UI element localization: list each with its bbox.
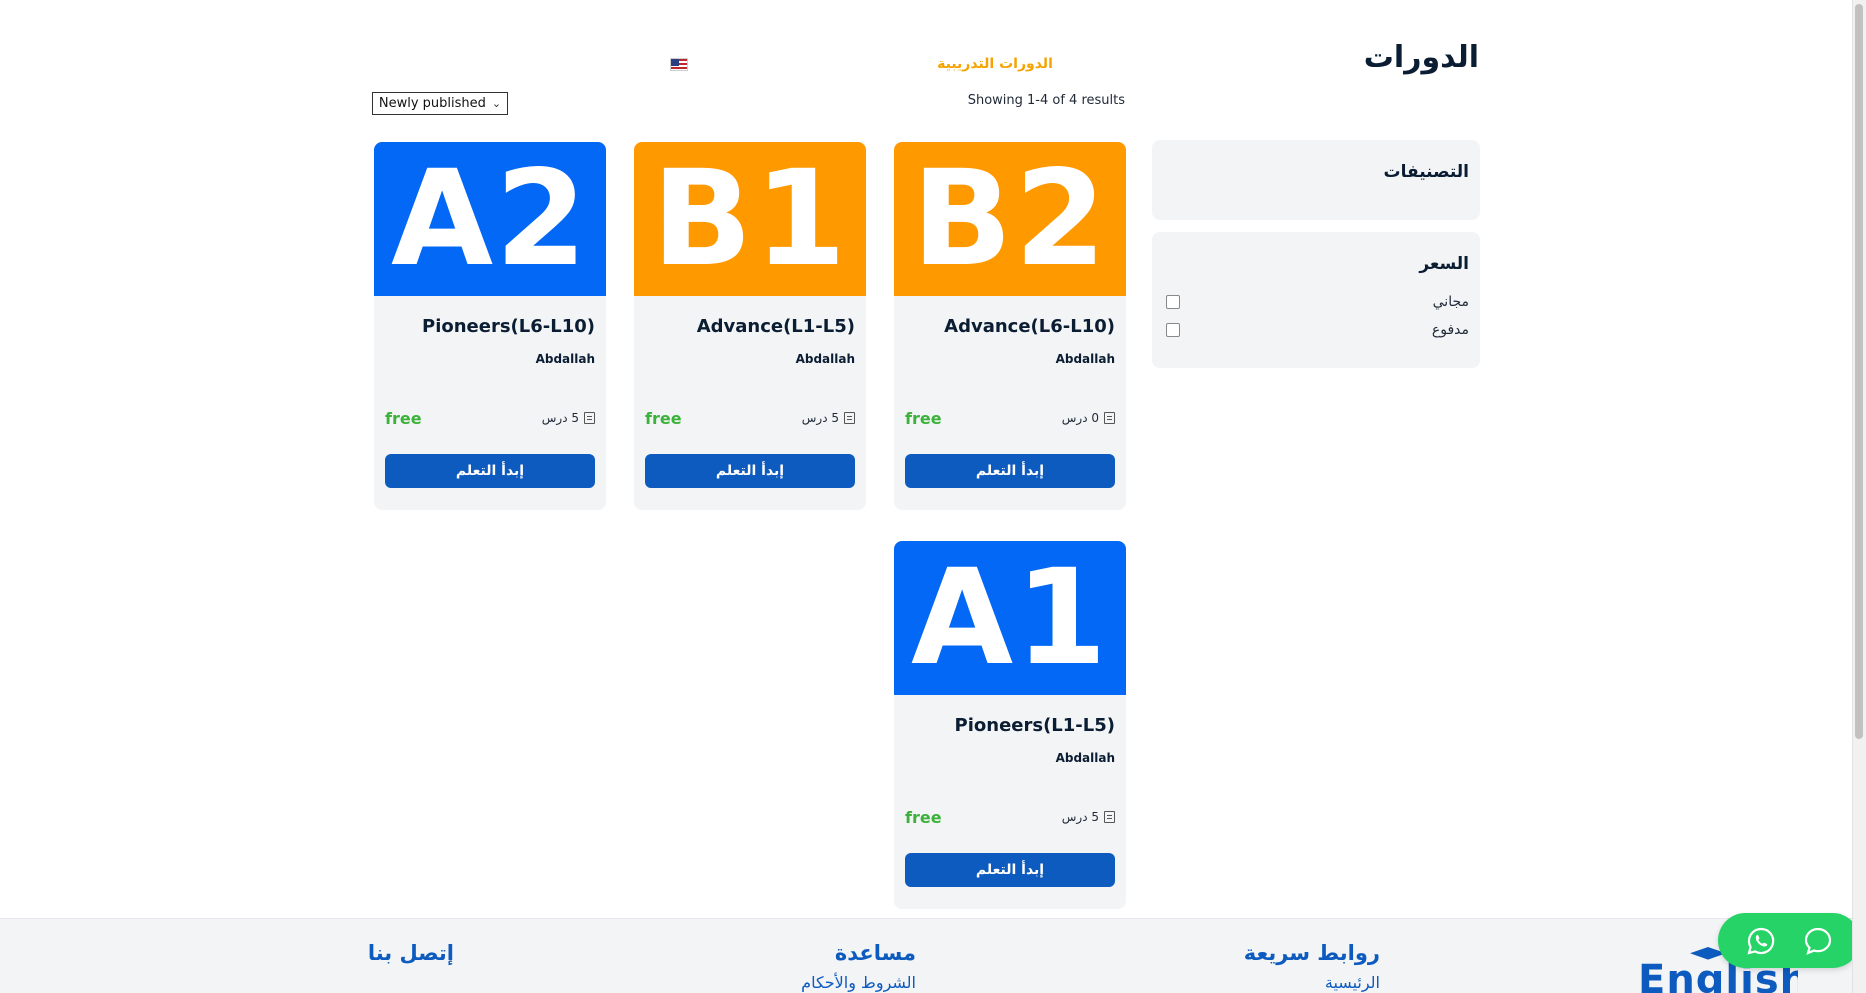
start-learning-button[interactable]: إبدأ التعلم [905, 454, 1115, 488]
lesson-count: 5 درس [541, 411, 579, 425]
footer-contact-title: إتصل بنا [367, 941, 454, 965]
price-filter-title: السعر [1419, 254, 1469, 274]
course-meta: free 5 درس [645, 406, 855, 430]
course-meta: free 5 درس [385, 406, 595, 430]
page: الدورات الدورات التدريبية Showing 1-4 of… [0, 0, 1866, 993]
lesson-icon [584, 412, 595, 424]
footer-quick-links-title: روابط سريعة [1243, 941, 1380, 965]
course-author[interactable]: Abdallah [1056, 352, 1115, 366]
sort-select[interactable]: Newly published ⌄ [372, 92, 508, 115]
course-card[interactable]: A2 Pioneers(L6-L10) Abdallah free 5 درس … [374, 142, 606, 510]
course-title[interactable]: Pioneers(L1-L5) [955, 715, 1115, 736]
course-meta: free 0 درس [905, 406, 1115, 430]
whatsapp-chat-widget[interactable] [1718, 913, 1860, 968]
lesson-count: 5 درس [801, 411, 839, 425]
course-lessons: 5 درس [542, 411, 595, 425]
course-card[interactable]: B2 Advance(L6-L10) Abdallah free 0 درس إ… [894, 142, 1126, 510]
footer-help-title: مساعدة [834, 941, 916, 965]
filter-label-paid: مدفوع [1431, 322, 1469, 338]
footer-contact: إتصل بنا [254, 941, 454, 965]
course-price: free [645, 408, 682, 428]
course-title[interactable]: Advance(L1-L5) [697, 316, 855, 337]
course-price: free [385, 408, 422, 428]
checkbox-paid[interactable] [1166, 323, 1180, 337]
course-author[interactable]: Abdallah [1056, 751, 1115, 765]
course-lessons: 5 درس [1062, 810, 1115, 824]
course-lessons: 5 درس [802, 411, 855, 425]
sort-selected-value: Newly published [378, 96, 486, 111]
site-footer: روابط سريعة الرئيسية مساعدة الشروط والأح… [0, 918, 1852, 993]
footer-help: مساعدة الشروط والأحكام [716, 941, 916, 992]
course-level-badge[interactable]: B1 [634, 142, 866, 296]
course-lessons: 0 درس [1062, 411, 1115, 425]
course-price: free [905, 408, 942, 428]
course-level-badge[interactable]: A2 [374, 142, 606, 296]
chevron-down-icon: ⌄ [491, 97, 502, 110]
categories-title: التصنيفات [1383, 162, 1469, 182]
course-level-badge[interactable]: A1 [894, 541, 1126, 695]
price-filter-paid[interactable]: مدفوع [1166, 320, 1469, 340]
lesson-icon [844, 412, 855, 424]
course-price: free [905, 807, 942, 827]
footer-link-terms[interactable]: الشروط والأحكام [716, 973, 916, 992]
site-logo[interactable]: الدورات [1364, 40, 1479, 75]
filter-label-free: مجاني [1432, 294, 1469, 310]
flag-canton [671, 59, 679, 66]
nav-link-training-courses[interactable]: الدورات التدريبية [900, 56, 1090, 72]
scrollbar-thumb[interactable] [1855, 4, 1863, 739]
course-level-badge[interactable]: B2 [894, 142, 1126, 296]
course-card[interactable]: B1 Advance(L1-L5) Abdallah free 5 درس إب… [634, 142, 866, 510]
footer-link-home[interactable]: الرئيسية [1180, 973, 1380, 992]
lesson-count: 5 درس [1061, 810, 1099, 824]
price-filter-free[interactable]: مجاني [1166, 292, 1469, 312]
course-card[interactable]: A1 Pioneers(L1-L5) Abdallah free 5 درس إ… [894, 541, 1126, 909]
footer-quick-links: روابط سريعة الرئيسية [1180, 941, 1380, 992]
categories-widget: التصنيفات [1152, 140, 1480, 220]
lesson-icon [1104, 811, 1115, 823]
course-title[interactable]: Pioneers(L6-L10) [422, 316, 595, 337]
lesson-count: 0 درس [1061, 411, 1099, 425]
price-filter-widget: السعر مجاني مدفوع [1152, 232, 1480, 368]
start-learning-button[interactable]: إبدأ التعلم [905, 853, 1115, 887]
course-meta: free 5 درس [905, 805, 1115, 829]
course-author[interactable]: Abdallah [796, 352, 855, 366]
page-scrollbar[interactable] [1852, 0, 1866, 993]
us-flag-icon[interactable] [670, 58, 688, 71]
chat-bubble-icon[interactable] [1802, 925, 1834, 957]
course-title[interactable]: Advance(L6-L10) [944, 316, 1115, 337]
lesson-icon [1104, 412, 1115, 424]
start-learning-button[interactable]: إبدأ التعلم [645, 454, 855, 488]
course-author[interactable]: Abdallah [536, 352, 595, 366]
whatsapp-icon[interactable] [1745, 925, 1777, 957]
start-learning-button[interactable]: إبدأ التعلم [385, 454, 595, 488]
checkbox-free[interactable] [1166, 295, 1180, 309]
results-count: Showing 1-4 of 4 results [967, 93, 1125, 108]
